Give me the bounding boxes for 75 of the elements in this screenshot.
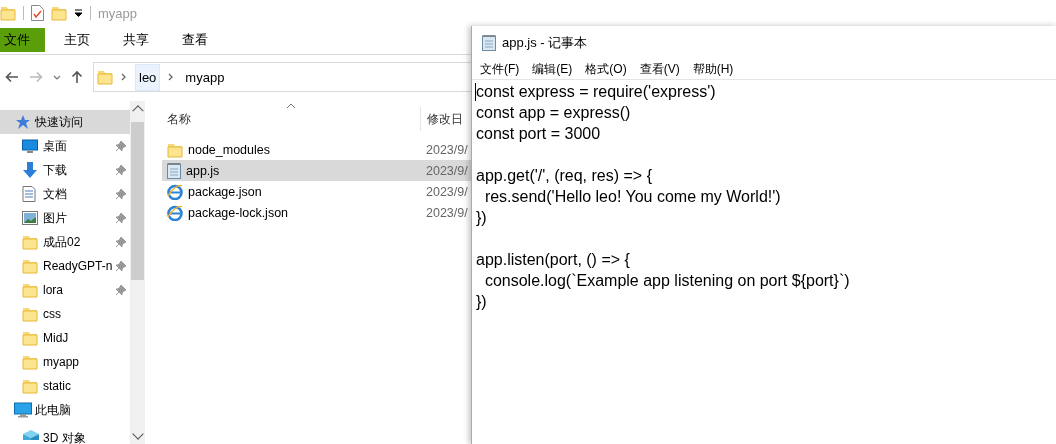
document-icon	[22, 186, 36, 202]
scrollbar[interactable]	[130, 101, 145, 444]
sidebar-item[interactable]: 图片	[0, 206, 130, 230]
sidebar-item[interactable]: 快速访问	[0, 110, 130, 134]
code-text[interactable]: const express = require('express') const app = express() const port = 3000 app.get('/', (req, res) => { res.send('Hello leo! You come my World!') }) app.listen(port, () => { console.log(`Example app listening on port ${port}`) })	[475, 81, 850, 312]
back-arrow-icon[interactable]	[5, 71, 19, 83]
notepad-icon	[482, 34, 496, 51]
folder-icon	[0, 5, 16, 21]
folder-icon	[22, 330, 38, 346]
sidebar-item[interactable]: lora	[0, 278, 130, 302]
sidebar-item[interactable]: 下载	[0, 158, 130, 182]
menu-item[interactable]: 查看(V)	[639, 60, 680, 78]
monitor-icon	[22, 139, 38, 153]
file-row[interactable]: package-lock.json 2023/9/	[162, 202, 472, 223]
e-icon	[167, 183, 183, 200]
folder-icon	[22, 282, 38, 298]
file-name: package.json	[188, 184, 262, 199]
sidebar-item[interactable]: 3D 对象	[0, 430, 130, 444]
menu-item[interactable]: 帮助(H)	[692, 60, 734, 78]
dropdown-icon[interactable]	[74, 9, 83, 17]
file-date: 2023/9/	[426, 205, 468, 220]
cube-icon	[22, 430, 40, 440]
folder-icon	[97, 69, 113, 85]
chevron-right-icon[interactable]	[168, 73, 175, 81]
notepad-icon	[167, 162, 181, 179]
sidebar-item[interactable]: MidJ	[0, 326, 130, 350]
file-date: 2023/9/	[426, 142, 468, 157]
folder-icon	[22, 354, 38, 370]
window-title: myapp	[98, 5, 138, 21]
breadcrumb-item[interactable]: myapp	[182, 64, 228, 90]
folder-icon	[22, 258, 38, 274]
ribbon-tab[interactable]: 文件	[0, 28, 45, 52]
chevron-right-icon[interactable]	[121, 73, 127, 81]
file-name: app.js	[186, 163, 220, 178]
column-header-label: 名称	[167, 110, 191, 128]
ribbon-tab[interactable]: 查看	[168, 28, 222, 52]
file-date: 2023/9/	[426, 163, 468, 178]
file-row[interactable]: package.json 2023/9/	[162, 181, 472, 202]
menu-item[interactable]: 格式(O)	[585, 60, 627, 78]
computer-icon	[14, 402, 32, 418]
file-date: 2023/9/	[426, 184, 468, 199]
file-row[interactable]: node_modules 2023/9/	[162, 139, 472, 160]
menu-item[interactable]: 文件(F)	[480, 60, 520, 78]
folder-icon	[167, 141, 183, 158]
text-cursor	[475, 83, 476, 101]
menu-item[interactable]: 编辑(E)	[532, 60, 573, 78]
folder-icon	[51, 5, 67, 21]
ribbon-tab[interactable]: 主页	[50, 28, 104, 52]
sidebar-item[interactable]: 成品02	[0, 230, 130, 254]
sidebar-item[interactable]: ReadyGPT-n	[0, 254, 130, 278]
folder-icon	[22, 306, 38, 322]
column-header[interactable]: 修改日	[421, 107, 463, 131]
sort-caret-icon	[286, 103, 296, 109]
star-icon	[14, 114, 30, 130]
sidebar-item[interactable]: myapp	[0, 350, 130, 374]
window-title: app.js - 记事本	[502, 33, 588, 52]
properties-icon[interactable]	[31, 5, 44, 21]
down-arrow-icon	[22, 162, 38, 178]
picture-icon	[22, 211, 38, 225]
file-row[interactable]: app.js 2023/9/	[162, 160, 472, 181]
up-arrow-icon[interactable]	[71, 70, 83, 84]
sidebar-item[interactable]: css	[0, 302, 130, 326]
sidebar-item[interactable]: 桌面	[0, 134, 130, 158]
file-name: node_modules	[188, 142, 270, 157]
sidebar-item[interactable]: 此电脑	[0, 398, 130, 422]
chevron-down-icon[interactable]	[53, 74, 61, 80]
file-name: package-lock.json	[188, 205, 289, 220]
e-icon	[167, 204, 183, 221]
breadcrumb-item[interactable]: leo	[135, 63, 161, 91]
sidebar-item[interactable]: 文档	[0, 182, 130, 206]
sidebar-item[interactable]: static	[0, 374, 130, 398]
folder-icon	[22, 234, 38, 250]
address-bar[interactable]: leo myapp	[93, 62, 472, 92]
folder-icon	[22, 378, 38, 394]
ribbon-tab[interactable]: 共享	[109, 28, 163, 52]
